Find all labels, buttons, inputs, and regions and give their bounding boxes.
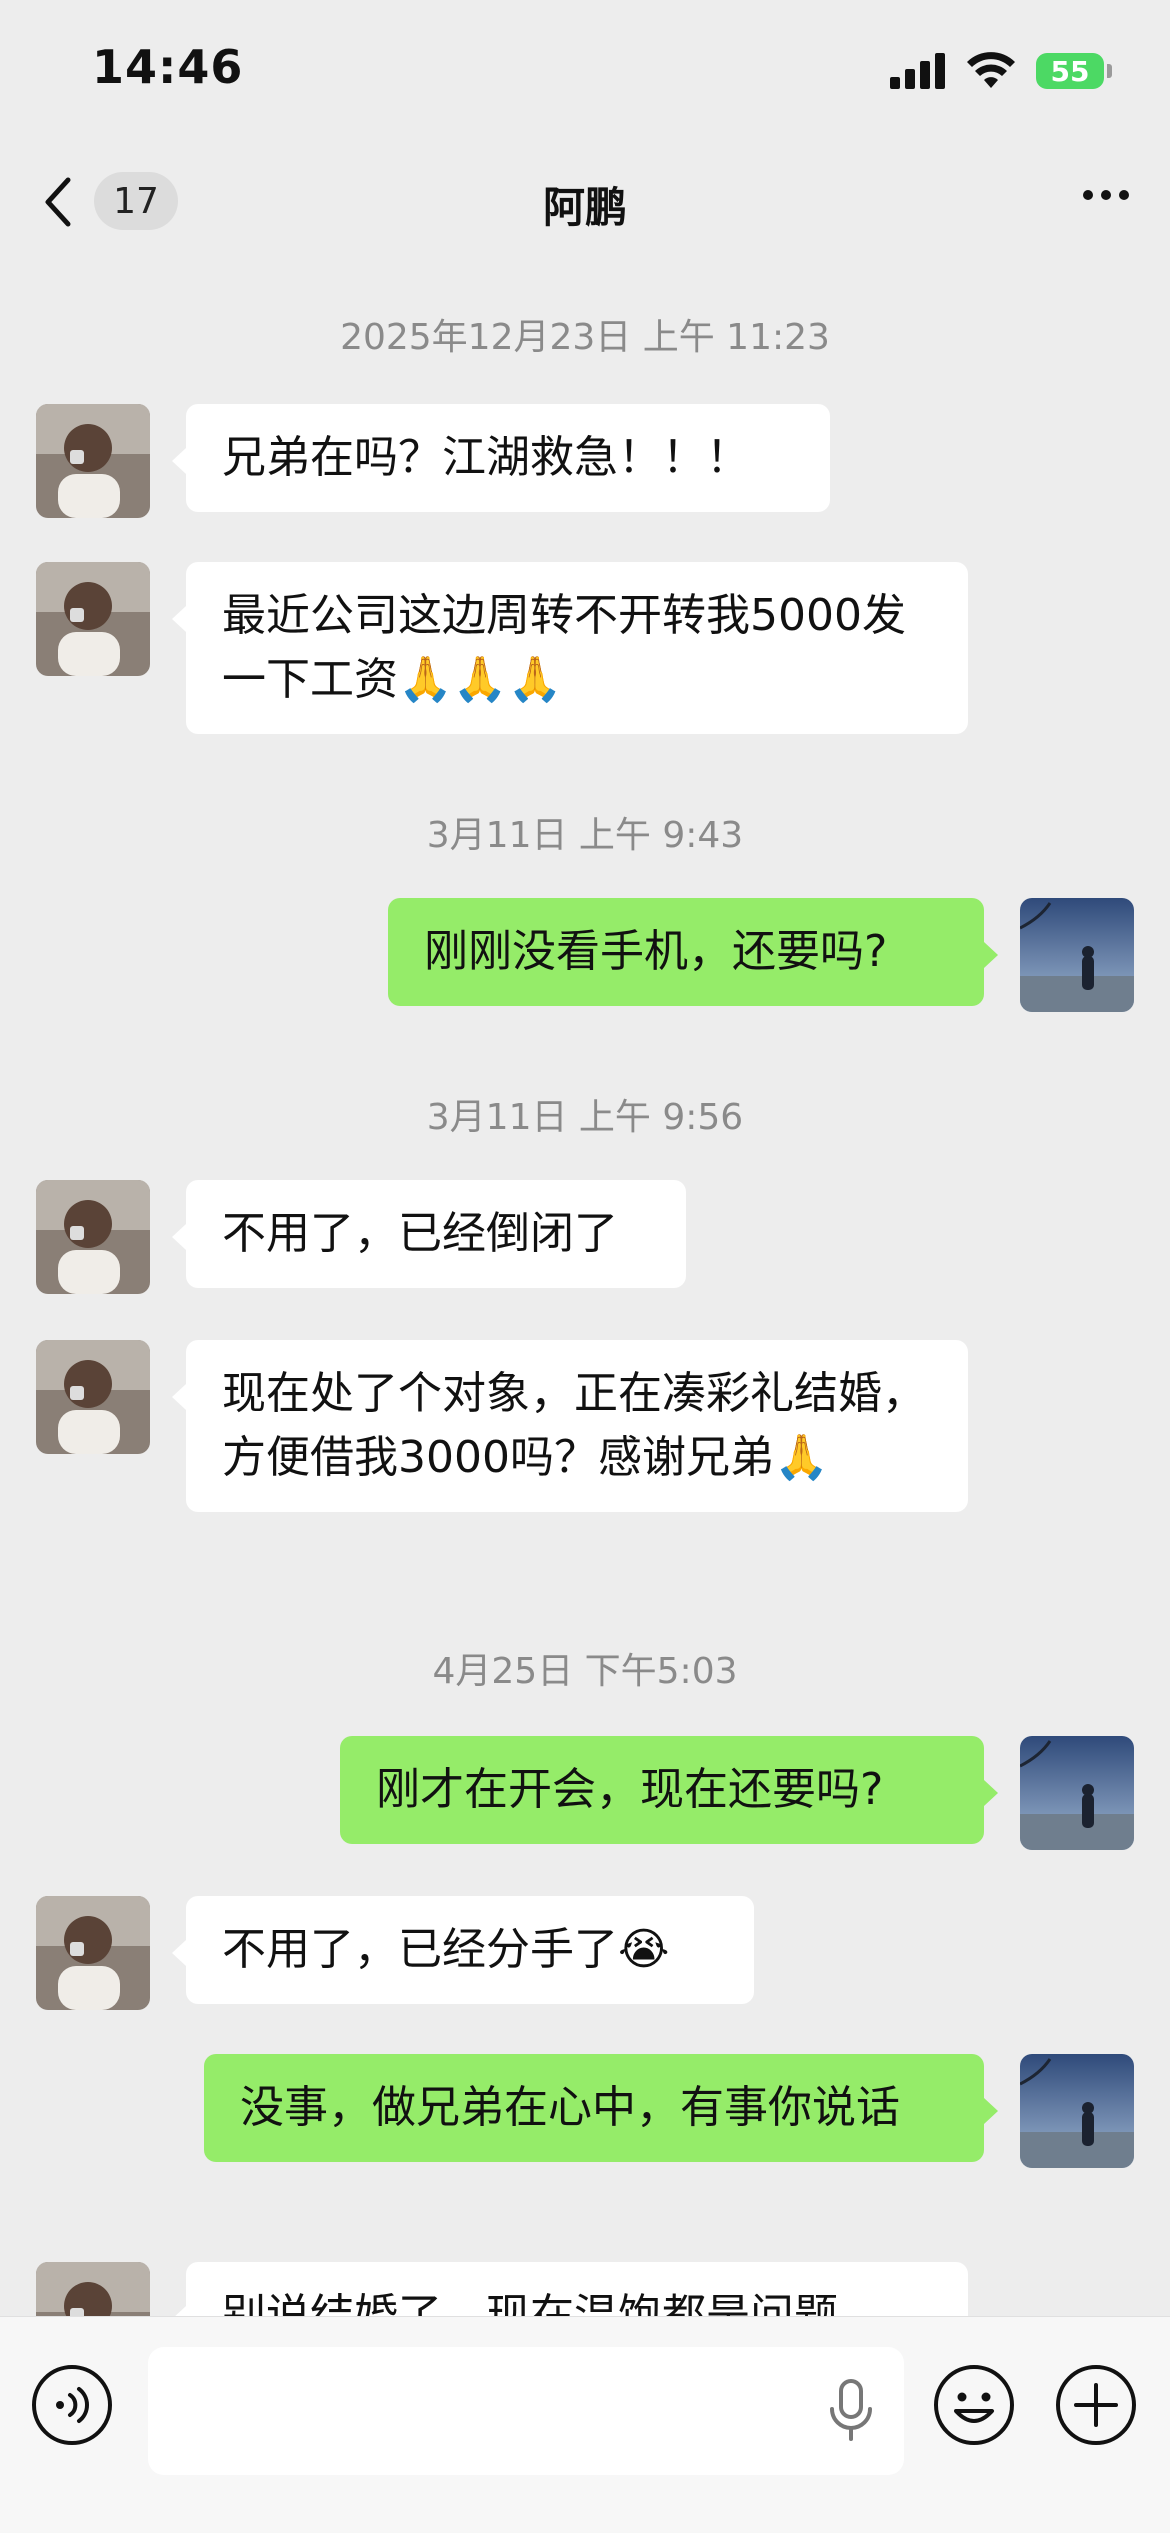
status-time: 14:46 [92,40,244,94]
nav-bar: 17 阿鹏 [0,150,1170,260]
more-options-icon[interactable] [1082,188,1130,202]
bubble-tail [172,448,186,474]
microphone-icon[interactable] [826,2379,876,2443]
voice-mode-icon[interactable] [30,2363,114,2447]
battery-percent: 55 [1050,54,1090,88]
input-bar [0,2316,1170,2533]
cellular-signal-icon [890,53,945,89]
incoming-message-bubble[interactable]: 兄弟在吗？江湖救急！！！ [186,404,830,512]
battery-cap [1107,64,1112,78]
contact-avatar[interactable] [36,562,150,676]
incoming-message-bubble[interactable]: 不用了，已经倒闭了 [186,1180,686,1288]
message-input[interactable] [148,2347,904,2475]
bubble-tail [984,942,998,968]
user-avatar[interactable] [1020,2054,1134,2168]
battery-level: 55 [1036,53,1104,89]
wifi-icon [967,52,1015,88]
incoming-message-bubble[interactable]: 别说结婚了，现在温饱都是问题 [186,2262,968,2320]
contact-avatar[interactable] [36,1180,150,1294]
battery-indicator: 55 [1036,53,1112,89]
incoming-message-bubble[interactable]: 不用了，已经分手了😭 [186,1896,754,2004]
contact-avatar[interactable] [36,1340,150,1454]
bubble-tail [172,1224,186,1250]
add-more-icon[interactable] [1054,2363,1138,2447]
timestamp: 4月25日 下午5:03 [432,1651,738,1692]
user-avatar[interactable] [1020,898,1134,1012]
incoming-message-bubble[interactable]: 最近公司这边周转不开转我5000发一下工资🙏🙏🙏 [186,562,968,734]
status-indicators: 55 [890,52,1112,90]
bubble-tail [172,606,186,632]
chat-history[interactable]: 2025年12月23日 上午 11:23 兄弟在吗？江湖救急！！！ 最近公司这边… [0,260,1170,2320]
emoji-icon[interactable] [932,2363,1016,2447]
timestamp: 3月11日 上午 9:43 [426,815,744,856]
contact-avatar[interactable] [36,2262,150,2320]
bubble-tail [984,1780,998,1806]
bubble-tail [172,1384,186,1410]
outgoing-message-bubble[interactable]: 没事，做兄弟在心中，有事你说话 [204,2054,984,2162]
contact-avatar[interactable] [36,1896,150,2010]
timestamp: 3月11日 上午 9:56 [426,1097,744,1138]
user-avatar[interactable] [1020,1736,1134,1850]
timestamp: 2025年12月23日 上午 11:23 [340,317,830,358]
incoming-message-bubble[interactable]: 现在处了个对象，正在凑彩礼结婚，方便借我3000吗？感谢兄弟🙏 [186,1340,968,1512]
outgoing-message-bubble[interactable]: 刚刚没看手机，还要吗? [388,898,984,1006]
bubble-tail [172,1940,186,1966]
outgoing-message-bubble[interactable]: 刚才在开会，现在还要吗? [340,1736,984,1844]
chat-title: 阿鹏 [542,183,627,232]
contact-avatar[interactable] [36,404,150,518]
status-bar: 14:46 55 [0,0,1170,150]
bubble-tail [984,2098,998,2124]
